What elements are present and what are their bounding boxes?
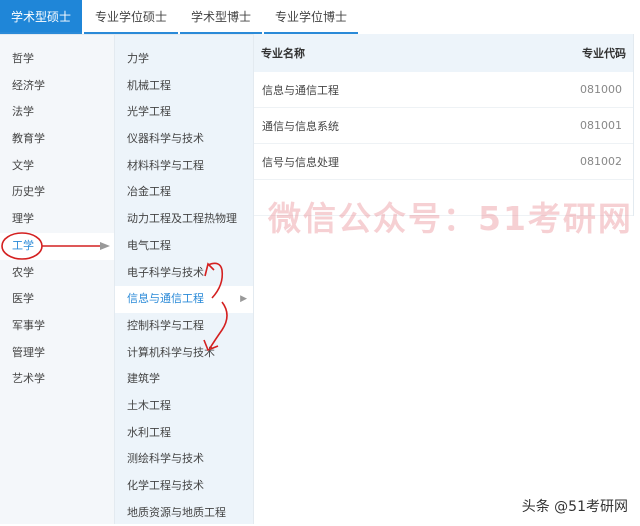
subject-item[interactable]: 信息与通信工程 ▶	[115, 286, 253, 313]
major-code: 081002	[580, 155, 622, 168]
category-item[interactable]: 农学	[0, 260, 114, 287]
major-name: 信息与通信工程	[262, 83, 339, 97]
header-major-name: 专业名称	[261, 47, 305, 60]
major-code: 081001	[580, 119, 622, 132]
category-item[interactable]: 哲学	[0, 46, 114, 73]
watermark: 微信公众号：51考研网	[268, 199, 633, 238]
category-item[interactable]: 管理学	[0, 340, 114, 367]
subject-item[interactable]: 光学工程	[115, 99, 253, 126]
major-table: 专业名称 专业代码 信息与通信工程 081000 通信与信息系统 081001 信号与信…	[254, 34, 634, 216]
subject-item[interactable]: 计算机科学与技术	[115, 340, 253, 367]
category-item[interactable]: 历史学	[0, 179, 114, 206]
subject-item[interactable]: 冶金工程	[115, 179, 253, 206]
category-item[interactable]: 文学	[0, 153, 114, 180]
subject-label: 冶金工程	[127, 185, 171, 199]
category-item[interactable]: 医学	[0, 286, 114, 313]
tab-professional-doctor[interactable]: 专业学位博士	[264, 0, 359, 34]
subject-label: 建筑学	[127, 372, 160, 386]
subject-label: 光学工程	[127, 105, 171, 119]
subject-item[interactable]: 电子科学与技术	[115, 260, 253, 287]
category-item[interactable]: 法学	[0, 99, 114, 126]
subject-label: 动力工程及工程热物理	[127, 212, 237, 226]
subject-label: 水利工程	[127, 425, 171, 439]
subject-item[interactable]: 力学	[115, 46, 253, 73]
subject-item[interactable]: 测绘科学与技术	[115, 446, 253, 473]
category-item[interactable]: 工学	[0, 232, 114, 260]
category-list: 哲学 经济学 法学 教育学 文学 历史学 理学 工学 农学 医学 军事学 管理学 艺术学	[0, 34, 115, 524]
table-row[interactable]: 通信与信息系统 081001	[254, 108, 633, 144]
footer-credit: 头条 @51考研网	[521, 499, 628, 515]
header-major-code: 专业代码	[582, 47, 626, 60]
subject-label: 力学	[127, 52, 149, 65]
subject-item[interactable]: 建筑学	[115, 366, 253, 393]
subject-item[interactable]: 机械工程	[115, 73, 253, 100]
category-item[interactable]: 艺术学	[0, 366, 114, 393]
subject-label: 控制科学与工程	[127, 318, 204, 332]
subject-label: 计算机科学与技术	[127, 345, 215, 359]
category-item[interactable]: 理学	[0, 206, 114, 233]
subject-label: 地质资源与地质工程	[127, 505, 226, 519]
table-row[interactable]: 信号与信息处理 081002	[254, 144, 633, 180]
subject-item[interactable]: 水利工程	[115, 420, 253, 447]
subject-item[interactable]: 仪器科学与技术	[115, 126, 253, 153]
category-item[interactable]: 军事学	[0, 313, 114, 340]
tab-professional-master[interactable]: 专业学位硕士	[84, 0, 179, 34]
tab-academic-doctor[interactable]: 学术型博士	[180, 0, 263, 34]
major-name: 信号与信息处理	[262, 155, 339, 169]
subject-list: 力学机械工程光学工程仪器科学与技术 材料科学与工程 冶金工程动力工程及工程热物理 电气…	[115, 34, 254, 524]
expand-arrow-icon: ▶	[240, 294, 247, 305]
subject-item[interactable]: 控制科学与工程	[115, 313, 253, 340]
major-name: 通信与信息系统	[262, 119, 339, 133]
subject-label: 信息与通信工程	[127, 292, 204, 306]
subject-label: 电子科学与技术	[127, 265, 204, 279]
subject-label: 电气工程	[127, 238, 171, 252]
tab-academic-master[interactable]: 学术型硕士	[0, 0, 83, 34]
subject-item[interactable]: 材料科学与工程	[115, 153, 253, 180]
subject-label: 机械工程	[127, 78, 171, 92]
subject-label: 化学工程与技术	[127, 479, 204, 492]
major-code: 081000	[580, 83, 622, 96]
subject-item[interactable]: 化学工程与技术	[115, 473, 253, 500]
subject-item[interactable]: 地质资源与地质工程	[115, 500, 253, 526]
subject-label: 测绘科学与技术	[127, 452, 204, 466]
degree-tabs: 学术型硕士 专业学位硕士 学术型博士 专业学位博士	[0, 0, 360, 34]
category-item[interactable]: 教育学	[0, 126, 114, 153]
category-item[interactable]: 经济学	[0, 73, 114, 100]
subject-item[interactable]: 电气工程	[115, 233, 253, 260]
table-header: 专业名称 专业代码	[254, 34, 633, 72]
subject-item[interactable]: 动力工程及工程热物理	[115, 206, 253, 233]
table-row[interactable]: 信息与通信工程 081000	[254, 72, 633, 108]
subject-label: 土木工程	[127, 398, 171, 412]
subject-label: 仪器科学与技术	[127, 132, 204, 146]
subject-label: 材料科学与工程	[127, 158, 204, 172]
subject-item[interactable]: 土木工程	[115, 393, 253, 420]
